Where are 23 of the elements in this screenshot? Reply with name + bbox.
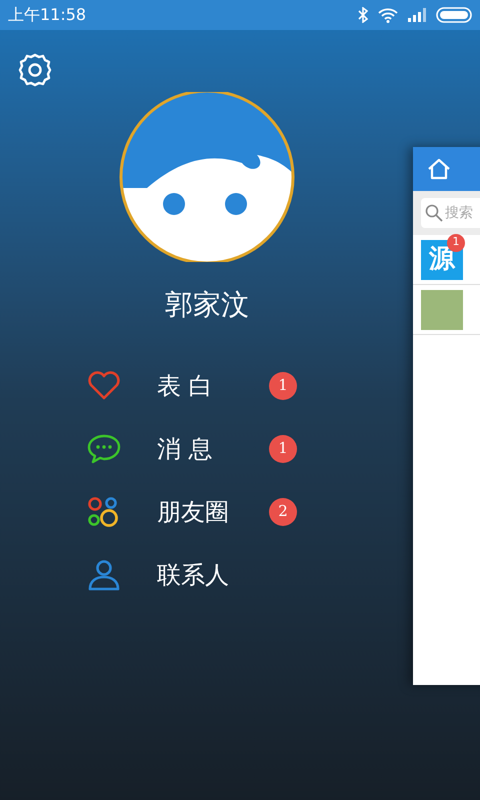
battery-icon <box>436 7 472 23</box>
bluetooth-icon <box>358 7 368 23</box>
chat-bubble-icon <box>87 434 121 464</box>
count-badge: 2 <box>269 498 297 526</box>
signal-icon <box>408 8 426 22</box>
menu-item[interactable]: 朋友圈 <box>157 494 269 530</box>
count-badge: 1 <box>269 372 297 400</box>
menu-item[interactable]: 表 白 <box>157 368 269 404</box>
profile-name: 郭家汶 <box>165 287 249 323</box>
menu-item[interactable]: 联系人 <box>157 556 269 592</box>
person-icon <box>87 558 121 590</box>
photo-placeholder <box>421 290 463 330</box>
wifi-icon <box>378 8 398 22</box>
menu-item[interactable]: 消 息 <box>157 430 269 466</box>
avatar-icon <box>117 92 297 262</box>
heart-icon <box>87 370 121 400</box>
search-icon <box>425 204 443 222</box>
count-badge: 1 <box>269 434 297 462</box>
home-icon[interactable] <box>427 158 451 180</box>
search-placeholder: 搜索 <box>445 204 473 222</box>
status-time: 上午11:58 <box>8 4 86 26</box>
circles-icon <box>87 496 121 528</box>
settings-icon[interactable] <box>17 52 53 88</box>
